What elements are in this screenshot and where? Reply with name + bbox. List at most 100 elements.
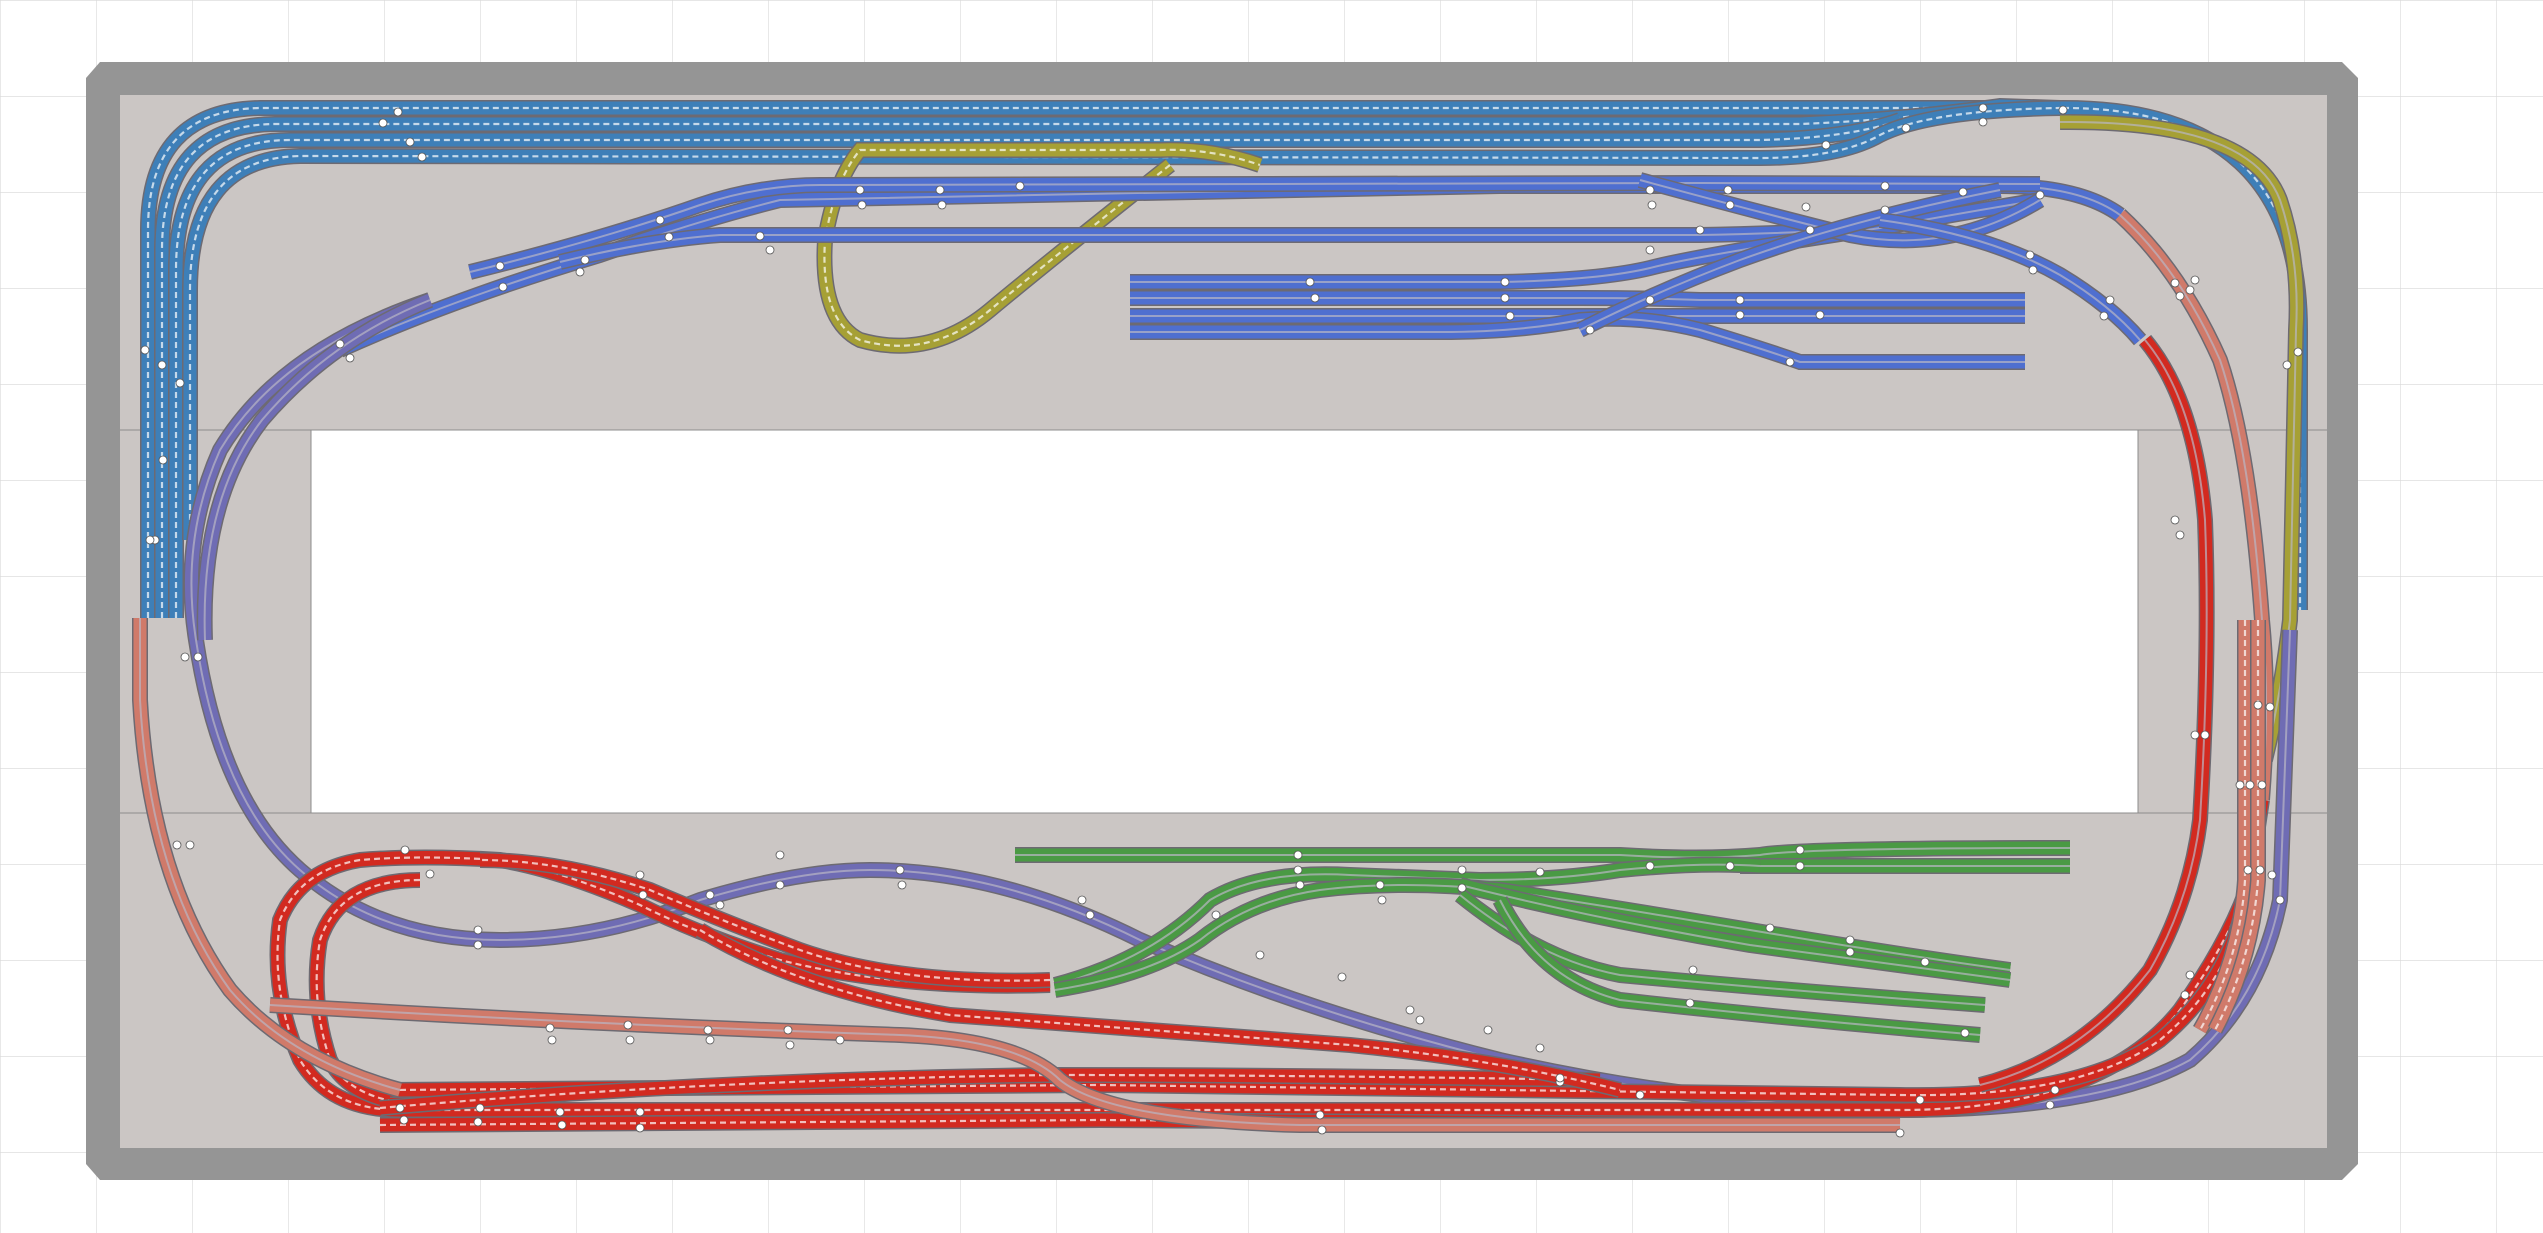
track-joint-marker[interactable] (2267, 870, 2277, 880)
track-joint-marker[interactable] (378, 118, 388, 128)
track-joint-marker[interactable] (2099, 311, 2109, 321)
track-joint-marker[interactable] (1920, 957, 1930, 967)
track-joint-marker[interactable] (1735, 295, 1745, 305)
track-joint-marker[interactable] (664, 232, 674, 242)
track-joint-marker[interactable] (400, 845, 410, 855)
track-joint-marker[interactable] (2185, 285, 2195, 295)
track-joint-marker[interactable] (2175, 530, 2185, 540)
track-joint-marker[interactable] (145, 535, 155, 545)
track-joint-marker[interactable] (1845, 935, 1855, 945)
track-joint-marker[interactable] (1735, 310, 1745, 320)
track-joint-marker[interactable] (2170, 515, 2180, 525)
track-joint-marker[interactable] (475, 1103, 485, 1113)
track-joint-marker[interactable] (473, 1117, 483, 1127)
track-joint-marker[interactable] (635, 1107, 645, 1117)
track-joint-marker[interactable] (1645, 295, 1655, 305)
track-joint-marker[interactable] (2175, 291, 2185, 301)
track-joint-marker[interactable] (399, 1115, 409, 1125)
track-joint-marker[interactable] (2275, 895, 2285, 905)
track-joint-marker[interactable] (2255, 865, 2265, 875)
staging-track-1[interactable] (1015, 840, 2071, 866)
track-joint-marker[interactable] (2245, 780, 2255, 790)
track-joint-marker[interactable] (2243, 865, 2253, 875)
track-joint-marker[interactable] (755, 231, 765, 241)
track-joint-marker[interactable] (172, 840, 182, 850)
track-joint-marker[interactable] (1645, 185, 1655, 195)
track-joint-marker[interactable] (1535, 1043, 1545, 1053)
track-joint-marker[interactable] (1725, 861, 1735, 871)
track-joint-marker[interactable] (575, 267, 585, 277)
track-joint-marker[interactable] (2028, 265, 2038, 275)
track-joint-marker[interactable] (2185, 970, 2195, 980)
track-joint-marker[interactable] (1695, 225, 1705, 235)
track-joint-marker[interactable] (703, 1025, 713, 1035)
track-joint-marker[interactable] (1211, 910, 1221, 920)
track-joint-marker[interactable] (835, 1035, 845, 1045)
track-joint-marker[interactable] (193, 652, 203, 662)
track-joint-marker[interactable] (1337, 972, 1347, 982)
track-joint-marker[interactable] (545, 1023, 555, 1033)
track-joint-marker[interactable] (1500, 277, 1510, 287)
track-joint-marker[interactable] (2282, 360, 2292, 370)
track-joint-marker[interactable] (1293, 865, 1303, 875)
track-joint-marker[interactable] (1585, 325, 1595, 335)
track-joint-marker[interactable] (705, 890, 715, 900)
track-joint-marker[interactable] (495, 261, 505, 271)
track-joint-marker[interactable] (1085, 910, 1095, 920)
track-joint-marker[interactable] (498, 282, 508, 292)
track-plan-canvas[interactable] (0, 0, 2543, 1233)
track-joint-marker[interactable] (1315, 1110, 1325, 1120)
track-joint-marker[interactable] (180, 652, 190, 662)
track-joint-marker[interactable] (2170, 278, 2180, 288)
track-joint-marker[interactable] (897, 880, 907, 890)
track-joint-marker[interactable] (775, 850, 785, 860)
track-joint-marker[interactable] (1015, 181, 1025, 191)
track-joint-marker[interactable] (1795, 845, 1805, 855)
track-joint-marker[interactable] (1845, 947, 1855, 957)
track-joint-marker[interactable] (1880, 181, 1890, 191)
track-joint-marker[interactable] (1293, 850, 1303, 860)
track-joint-marker[interactable] (2200, 730, 2210, 740)
track-joint-marker[interactable] (775, 880, 785, 890)
track-joint-marker[interactable] (1960, 1028, 1970, 1038)
track-joint-marker[interactable] (175, 378, 185, 388)
track-joint-marker[interactable] (140, 345, 150, 355)
track-joint-marker[interactable] (2235, 780, 2245, 790)
track-joint-marker[interactable] (2035, 190, 2045, 200)
track-joint-marker[interactable] (158, 455, 168, 465)
track-joint-marker[interactable] (1405, 1005, 1415, 1015)
track-joint-marker[interactable] (1978, 117, 1988, 127)
track-joint-marker[interactable] (1555, 1073, 1565, 1083)
track-joint-marker[interactable] (2253, 700, 2263, 710)
track-joint-marker[interactable] (1895, 1128, 1905, 1138)
track-joint-marker[interactable] (1880, 205, 1890, 215)
track-joint-marker[interactable] (1505, 311, 1515, 321)
track-joint-marker[interactable] (2025, 250, 2035, 260)
track-joint-marker[interactable] (1725, 200, 1735, 210)
track-joint-marker[interactable] (345, 353, 355, 363)
track-joint-marker[interactable] (1978, 103, 1988, 113)
track-joint-marker[interactable] (2105, 295, 2115, 305)
track-joint-marker[interactable] (1688, 965, 1698, 975)
track-joint-marker[interactable] (1723, 185, 1733, 195)
track-joint-marker[interactable] (1647, 200, 1657, 210)
track-joint-marker[interactable] (547, 1035, 557, 1045)
track-joint-marker[interactable] (2190, 730, 2200, 740)
track-joint-marker[interactable] (895, 865, 905, 875)
track-joint-marker[interactable] (2180, 990, 2190, 1000)
track-joint-marker[interactable] (580, 255, 590, 265)
track-joint-marker[interactable] (1821, 140, 1831, 150)
track-joint-marker[interactable] (1255, 950, 1265, 960)
track-joint-marker[interactable] (395, 1103, 405, 1113)
track-joint-marker[interactable] (855, 185, 865, 195)
track-joint-marker[interactable] (405, 137, 415, 147)
track-joint-marker[interactable] (393, 107, 403, 117)
track-joint-marker[interactable] (715, 900, 725, 910)
track-joint-marker[interactable] (1635, 1090, 1645, 1100)
track-joint-marker[interactable] (1457, 865, 1467, 875)
track-joint-marker[interactable] (1958, 187, 1968, 197)
track-joint-marker[interactable] (2050, 1085, 2060, 1095)
track-joint-marker[interactable] (185, 840, 195, 850)
track-joint-marker[interactable] (335, 339, 345, 349)
track-joint-marker[interactable] (857, 200, 867, 210)
